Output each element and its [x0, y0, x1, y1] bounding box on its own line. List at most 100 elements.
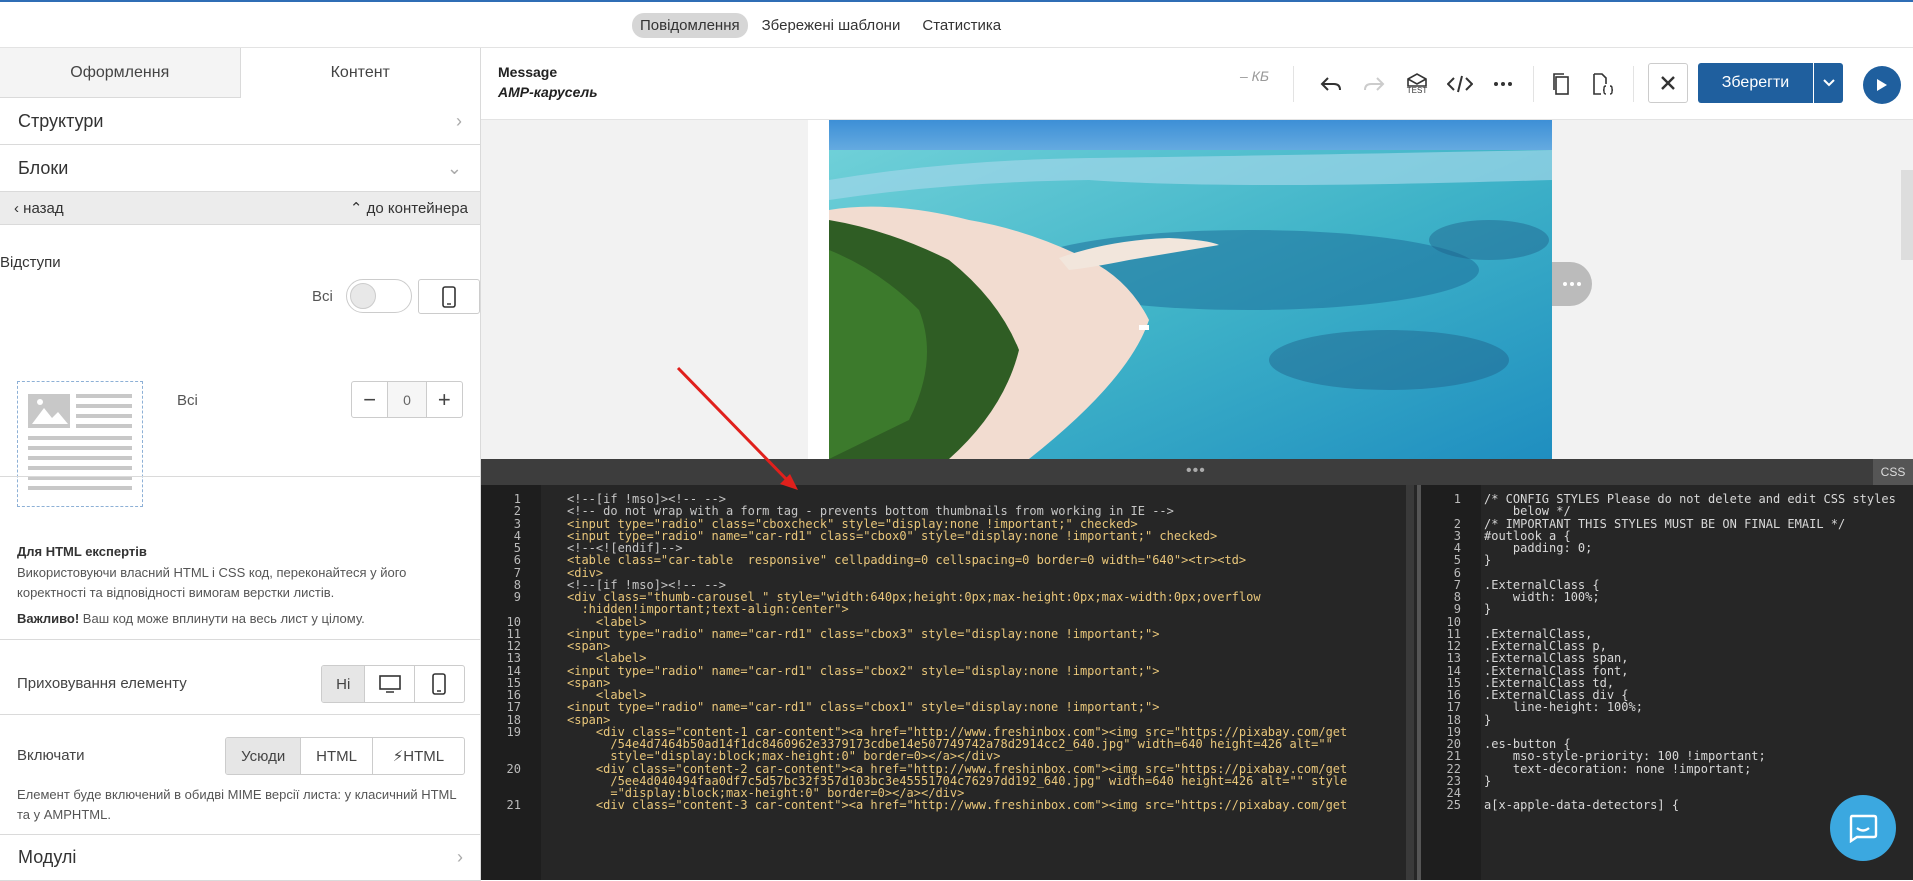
tab-saved-templates[interactable]: Збережені шаблони	[754, 13, 909, 38]
tab-messages[interactable]: Повідомлення	[632, 13, 748, 38]
blocks-section[interactable]: Блоки ⌄	[0, 145, 480, 192]
structures-label: Структури	[18, 110, 104, 131]
divider	[0, 714, 481, 715]
code-text: line-height: 100%;	[1484, 700, 1643, 715]
code-text: padding: 0;	[1484, 541, 1593, 555]
mobile-icon	[442, 285, 456, 308]
code-text: <input type="radio" name="car-rd1" class…	[567, 700, 1160, 715]
include-group: Усюди HTML ⚡ HTML	[225, 737, 465, 775]
drag-handle-icon: •••	[1186, 462, 1206, 479]
all-stepper-label: Всі	[177, 392, 198, 409]
test-email-button[interactable]: TEST	[1403, 70, 1431, 98]
copy-button[interactable]	[1547, 70, 1575, 98]
mobile-icon	[432, 673, 447, 695]
warning-text: Важливо! Ваш код може вплинути на весь л…	[17, 611, 365, 626]
hide-no-button[interactable]: Ні	[322, 666, 366, 702]
modules-section[interactable]: Модулі ›	[0, 834, 481, 881]
chevron-left-icon: ‹	[14, 199, 24, 217]
message-subtitle[interactable]: AMP-карусель	[498, 84, 598, 100]
plus-button[interactable]: +	[427, 382, 462, 417]
left-tabs: Оформлення Контент	[0, 48, 480, 98]
more-horizontal-icon	[1494, 82, 1512, 86]
code-text: }	[1484, 602, 1492, 617]
line-number: 21	[506, 798, 521, 813]
save-dropdown-button[interactable]	[1814, 63, 1843, 103]
redo-icon	[1364, 77, 1385, 91]
toolbar-divider	[1633, 66, 1634, 102]
code-text: <table class="car-table responsive" cell…	[567, 553, 1247, 568]
toolbar-divider	[1533, 66, 1534, 102]
editor-toolbar: Message AMP-карусель – КБ TEST Зберегти	[481, 48, 1913, 120]
line-number: 25	[1446, 798, 1461, 813]
undo-button[interactable]	[1317, 70, 1345, 98]
email-preview	[481, 120, 1913, 459]
structures-section[interactable]: Структури ›	[0, 98, 480, 145]
all-indents-toggle[interactable]	[346, 279, 412, 313]
code-text: <input type="radio" name="car-rd1" class…	[567, 626, 1160, 641]
code-text: <input type="radio" name="car-rd1" class…	[567, 663, 1160, 678]
message-title[interactable]: Message	[498, 64, 557, 80]
export-code-button[interactable]	[1589, 70, 1617, 98]
beach-image[interactable]	[829, 120, 1552, 459]
include-html-button[interactable]: HTML	[301, 738, 373, 774]
tab-statistics[interactable]: Статистика	[914, 13, 1009, 38]
code-scrollbar[interactable]	[1406, 485, 1414, 880]
code-text: }	[1484, 712, 1492, 727]
hide-desktop-button[interactable]	[365, 666, 415, 702]
css-tab[interactable]: CSS	[1873, 459, 1913, 485]
divider	[0, 476, 481, 477]
include-everywhere-button[interactable]: Усюди	[226, 738, 302, 774]
chevron-down-icon: ⌄	[446, 157, 462, 178]
warning-body: Ваш код може вплинути на весь лист у ціл…	[79, 611, 365, 626]
html-code-editor[interactable]: 1 <!--[if !mso]><!-- --> 2 <!-- do not wrap…	[481, 485, 1417, 880]
chevron-right-icon: ›	[456, 110, 462, 131]
code-text: }	[1484, 553, 1492, 568]
tab-design[interactable]: Оформлення	[0, 48, 241, 98]
blocks-label: Блоки	[18, 157, 69, 178]
tab-content[interactable]: Контент	[240, 48, 480, 98]
close-button[interactable]	[1648, 63, 1688, 103]
more-horizontal-icon	[1563, 282, 1581, 286]
code-line[interactable]: 21 <div class="content-3 car-content"><a…	[481, 798, 1348, 813]
stepper-value[interactable]: 0	[387, 382, 427, 417]
toggle-knob	[350, 283, 376, 309]
support-chat-button[interactable]	[1830, 795, 1896, 861]
back-button[interactable]: ‹ назад	[14, 200, 64, 217]
expert-title: Для HTML експертів	[17, 544, 147, 559]
chevron-down-icon	[1822, 79, 1835, 87]
code-resize-bar[interactable]: ••• CSS	[481, 459, 1913, 485]
toolbar-divider	[1293, 66, 1294, 102]
expert-text: Використовуючи власний HTML і CSS код, п…	[17, 565, 407, 600]
code-view-button[interactable]	[1446, 70, 1474, 98]
code-text: <div class="content-3 car-content"><a hr…	[567, 798, 1348, 813]
back-label: назад	[23, 199, 64, 217]
lightning-icon: ⚡	[392, 748, 404, 765]
file-code-icon	[1593, 73, 1614, 95]
to-container-button[interactable]: ⌃ до контейнера	[350, 199, 468, 217]
more-options-button[interactable]	[1489, 70, 1517, 98]
block-more-button[interactable]	[1552, 262, 1592, 306]
preview-scrollbar[interactable]	[1901, 170, 1913, 260]
minus-button[interactable]: −	[352, 382, 387, 417]
left-panel: Оформлення Контент Структури › Блоки ⌄ ‹…	[0, 48, 481, 881]
code-icon	[1447, 75, 1473, 93]
undo-icon	[1320, 77, 1341, 91]
divider	[0, 639, 481, 640]
back-row: ‹ назад ⌃ до контейнера	[0, 192, 480, 225]
chevron-up-icon: ⌃	[349, 200, 367, 217]
mobile-indents-button[interactable]	[418, 279, 480, 314]
close-icon	[1661, 76, 1675, 90]
to-container-label: до контейнера	[366, 200, 468, 217]
play-icon	[1877, 79, 1887, 91]
chat-icon	[1849, 814, 1878, 843]
redo-button[interactable]	[1360, 70, 1388, 98]
save-button[interactable]: Зберегти	[1698, 63, 1813, 103]
code-line[interactable]: 25 a[x-apple-data-detectors] {	[1421, 798, 1680, 813]
preview-play-button[interactable]	[1863, 66, 1901, 104]
hide-mobile-button[interactable]	[415, 666, 464, 702]
code-text: }	[1484, 773, 1492, 788]
include-amp-button[interactable]: ⚡ HTML	[373, 738, 464, 774]
copy-icon	[1553, 73, 1569, 95]
modules-label: Модулі	[18, 847, 77, 867]
warning-bold: Важливо!	[17, 611, 80, 626]
